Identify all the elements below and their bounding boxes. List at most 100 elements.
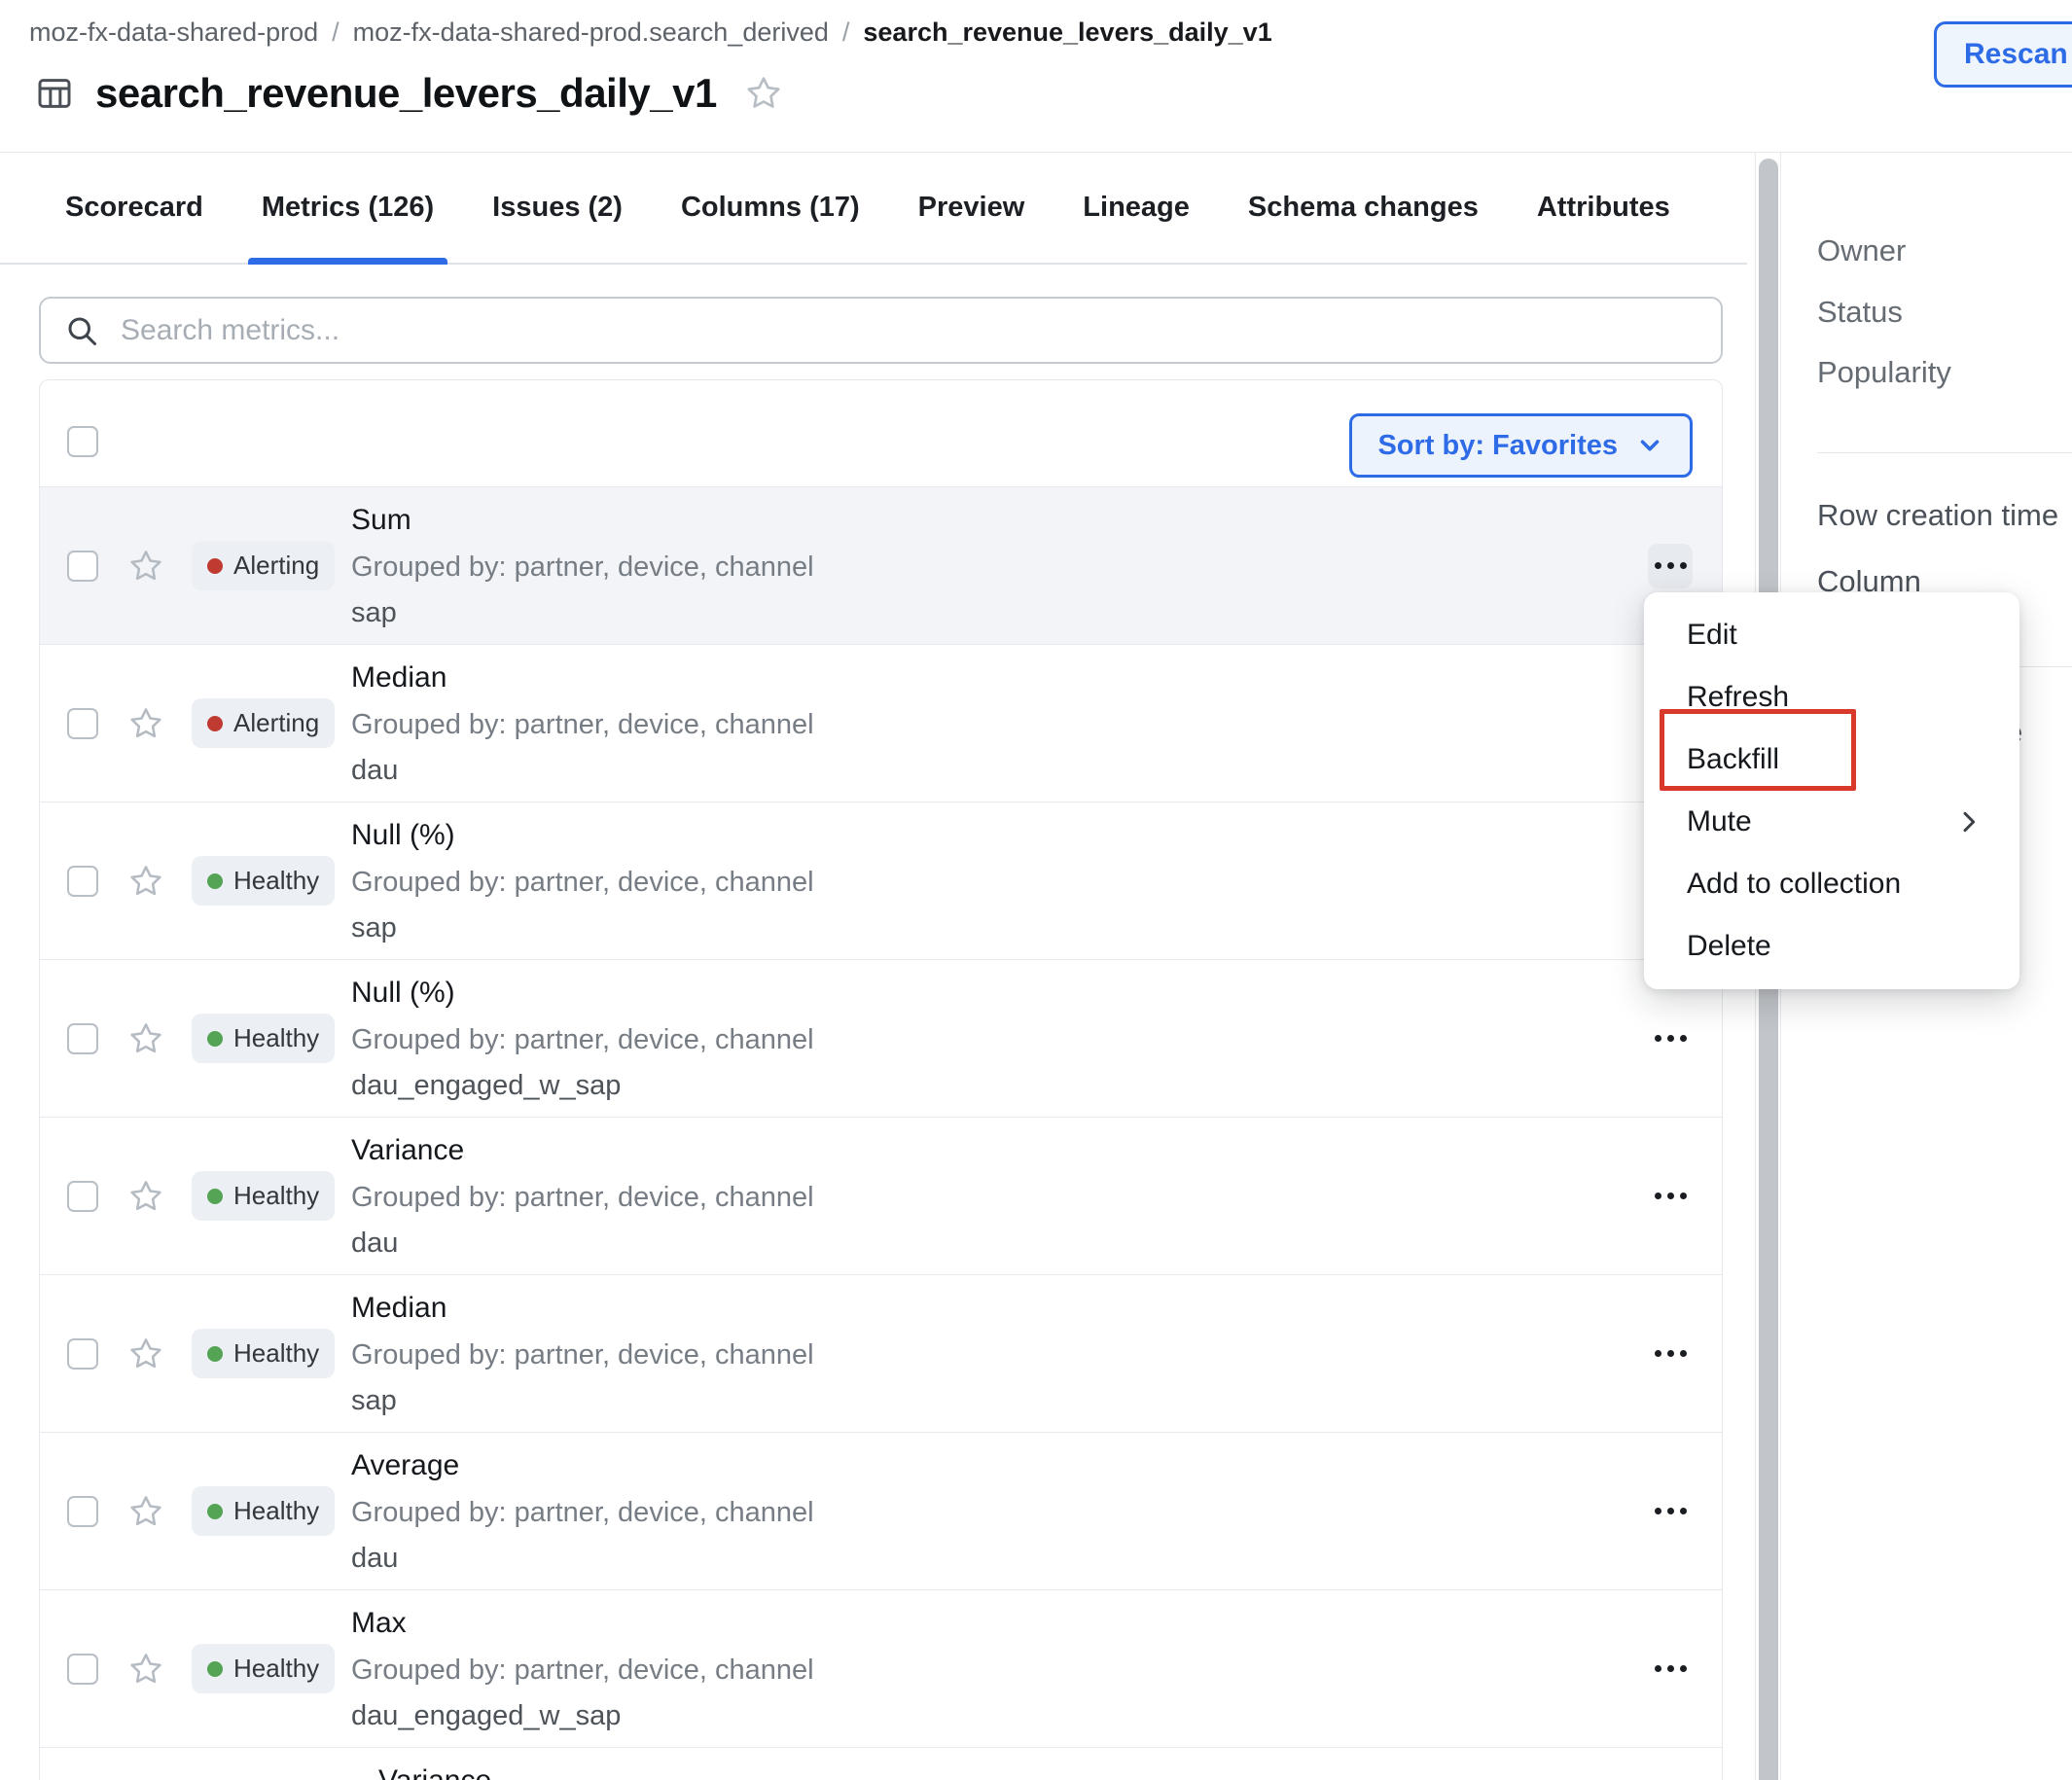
- tab-issues[interactable]: Issues (2): [492, 153, 623, 263]
- tab-scorecard[interactable]: Scorecard: [65, 153, 203, 263]
- star-icon[interactable]: [127, 1178, 164, 1215]
- menu-item-label: Edit: [1687, 619, 1737, 652]
- breadcrumb-separator: /: [332, 18, 339, 48]
- tab-metrics[interactable]: Metrics (126): [262, 153, 434, 263]
- status-badge: Healthy: [192, 856, 335, 906]
- alerting-dot-icon: [207, 558, 223, 574]
- sidebar-field-popularity: Popularity: [1817, 355, 1951, 390]
- metric-title: Variance: [351, 1127, 1648, 1174]
- metrics-rows: Alerting Sum Grouped by: partner, device…: [40, 486, 1722, 1780]
- star-icon[interactable]: [127, 705, 164, 742]
- star-icon[interactable]: [127, 1651, 164, 1688]
- metric-row: Healthy Median Grouped by: partner, devi…: [40, 1274, 1722, 1432]
- alerting-dot-icon: [207, 716, 223, 731]
- metric-field: dau_engaged_w_sap: [351, 1693, 1648, 1738]
- metric-info: Median Grouped by: partner, device, chan…: [351, 1285, 1648, 1423]
- star-icon[interactable]: [127, 1493, 164, 1530]
- rescan-table-button[interactable]: Rescan table: [1934, 21, 2072, 88]
- menu-item-add-to-collection[interactable]: Add to collection: [1644, 853, 2019, 915]
- status-label: Healthy: [233, 1338, 319, 1369]
- menu-item-backfill[interactable]: Backfill: [1644, 729, 2019, 791]
- row-checkbox[interactable]: [67, 708, 98, 739]
- menu-item-refresh[interactable]: Refresh: [1644, 666, 2019, 729]
- star-icon[interactable]: [127, 1020, 164, 1057]
- metric-info: Median Grouped by: partner, device, chan…: [351, 655, 1648, 793]
- status-badge: Alerting: [192, 698, 335, 748]
- row-menu-button[interactable]: [1648, 1332, 1693, 1376]
- metric-row: Healthy Variance Grouped by: partner, de…: [40, 1117, 1722, 1274]
- metric-info: Variance Grouped by: partner, device, ch…: [351, 1127, 1648, 1265]
- row-checkbox[interactable]: [67, 551, 98, 582]
- metric-row: Healthy Average Grouped by: partner, dev…: [40, 1432, 1722, 1589]
- tab-attributes[interactable]: Attributes: [1537, 153, 1670, 263]
- select-all-checkbox[interactable]: [67, 426, 98, 457]
- metric-field: dau: [351, 1221, 1648, 1265]
- metric-grouped-by: Grouped by: partner, device, channel: [351, 859, 1648, 906]
- chevron-right-icon: [1953, 806, 1984, 837]
- row-checkbox[interactable]: [67, 1181, 98, 1212]
- row-menu-button[interactable]: [1648, 1647, 1693, 1691]
- metric-grouped-by: Grouped by: partner, device, channel: [351, 1489, 1648, 1536]
- page-header: moz-fx-data-shared-prod / moz-fx-data-sh…: [0, 0, 2072, 153]
- star-icon[interactable]: [127, 863, 164, 900]
- row-checkbox[interactable]: [67, 1496, 98, 1527]
- status-label: Healthy: [233, 1654, 319, 1684]
- menu-item-edit[interactable]: Edit: [1644, 604, 2019, 666]
- sidebar-section-divider: [1817, 452, 2072, 453]
- metric-title: Average: [351, 1442, 1648, 1489]
- row-creation-time-label: Row creation time: [1817, 498, 2058, 533]
- row-menu-button[interactable]: [1648, 1174, 1693, 1219]
- metric-row-partial: Variance: [40, 1747, 1722, 1780]
- breadcrumb-table: search_revenue_levers_daily_v1: [863, 18, 1271, 48]
- healthy-dot-icon: [207, 873, 223, 889]
- status-badge: Alerting: [192, 541, 335, 590]
- menu-item-mute[interactable]: Mute: [1644, 791, 2019, 853]
- healthy-dot-icon: [207, 1189, 223, 1204]
- breadcrumb-project[interactable]: moz-fx-data-shared-prod: [29, 18, 318, 48]
- row-menu-button[interactable]: [1648, 1016, 1693, 1061]
- metric-info: Max Grouped by: partner, device, channel…: [351, 1600, 1648, 1738]
- row-checkbox[interactable]: [67, 1654, 98, 1685]
- tab-schema-changes[interactable]: Schema changes: [1248, 153, 1479, 263]
- healthy-dot-icon: [207, 1504, 223, 1519]
- metric-title: Median: [351, 1285, 1648, 1332]
- metrics-search-box: [39, 297, 1723, 364]
- metric-grouped-by: Grouped by: partner, device, channel: [351, 1174, 1648, 1221]
- title-row: search_revenue_levers_daily_v1: [35, 70, 783, 117]
- tab-lineage[interactable]: Lineage: [1083, 153, 1190, 263]
- metric-field: sap: [351, 1378, 1648, 1423]
- menu-item-label: Add to collection: [1687, 868, 1901, 901]
- tab-columns[interactable]: Columns (17): [681, 153, 860, 263]
- metric-field: sap: [351, 906, 1648, 950]
- list-header: Sort by: Favorites: [40, 380, 1722, 486]
- metric-info: Sum Grouped by: partner, device, channel…: [351, 497, 1648, 635]
- menu-item-delete[interactable]: Delete: [1644, 915, 2019, 978]
- status-label: Alerting: [233, 551, 319, 581]
- metric-title: Null (%): [351, 970, 1648, 1016]
- table-icon: [35, 74, 74, 113]
- status-label: Healthy: [233, 1023, 319, 1053]
- tab-preview[interactable]: Preview: [918, 153, 1025, 263]
- status-badge: Healthy: [192, 1014, 335, 1063]
- sidebar-field-owner: Owner: [1817, 233, 1906, 268]
- row-checkbox[interactable]: [67, 1338, 98, 1370]
- row-menu-button[interactable]: [1648, 544, 1693, 588]
- star-icon[interactable]: [127, 548, 164, 585]
- metric-grouped-by: Grouped by: partner, device, channel: [351, 1332, 1648, 1378]
- search-input[interactable]: [121, 314, 1697, 347]
- star-icon[interactable]: [127, 1335, 164, 1372]
- breadcrumb-dataset[interactable]: moz-fx-data-shared-prod.search_derived: [353, 18, 829, 48]
- breadcrumb-separator: /: [842, 18, 850, 48]
- metric-info: Null (%) Grouped by: partner, device, ch…: [351, 812, 1648, 950]
- row-menu-button[interactable]: [1648, 1489, 1693, 1534]
- metric-field: dau_engaged_w_sap: [351, 1063, 1648, 1108]
- sort-by-button[interactable]: Sort by: Favorites: [1349, 413, 1693, 478]
- favorite-star-icon[interactable]: [744, 74, 783, 113]
- metric-title: Sum: [351, 497, 1648, 544]
- chevron-down-icon: [1635, 431, 1664, 460]
- metric-grouped-by: Grouped by: partner, device, channel: [351, 1647, 1648, 1693]
- row-checkbox[interactable]: [67, 866, 98, 897]
- row-checkbox[interactable]: [67, 1023, 98, 1054]
- metric-grouped-by: Grouped by: partner, device, channel: [351, 701, 1648, 748]
- row-context-menu: Edit Refresh Backfill Mute Add to collec…: [1644, 592, 2019, 989]
